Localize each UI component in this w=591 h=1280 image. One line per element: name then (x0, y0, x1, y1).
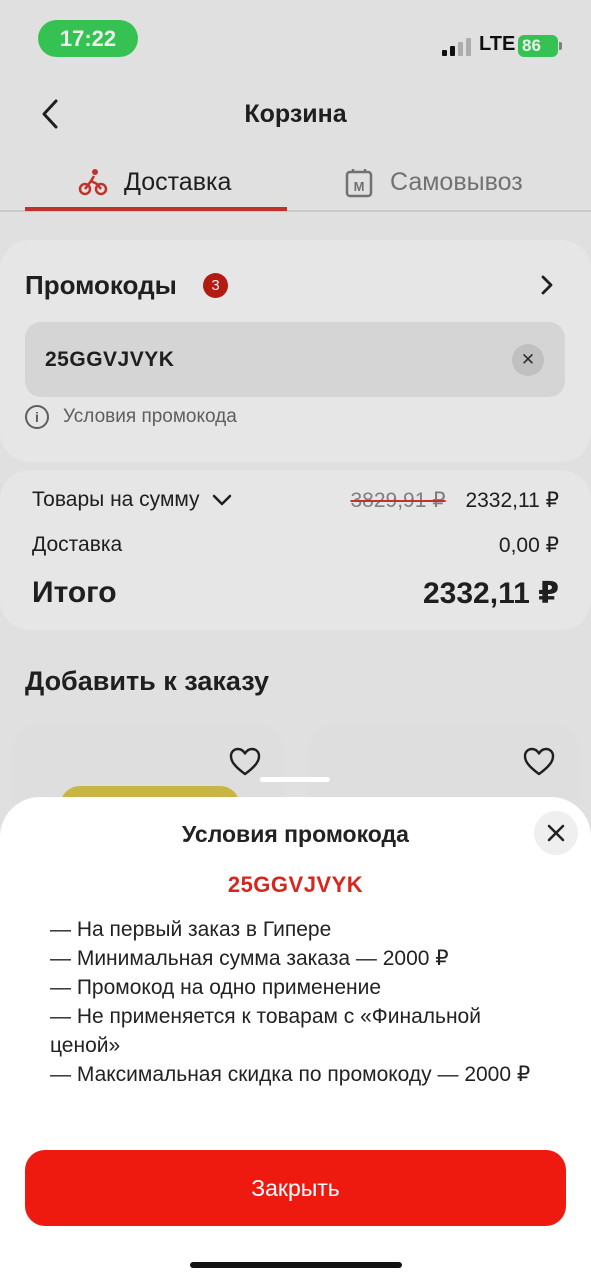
close-icon (547, 824, 565, 842)
condition-item: — На первый заказ в Гипере (50, 918, 332, 941)
close-button[interactable]: Закрыть (25, 1150, 566, 1226)
sheet-grabber[interactable] (260, 777, 330, 782)
conditions-list: — На первый заказ в Гипере — Минимальная… (50, 915, 555, 1089)
home-indicator[interactable] (190, 1262, 402, 1268)
condition-item: — Не применяется к товарам с «Финальной … (50, 1005, 481, 1057)
condition-item: — Максимальная скидка по промокоду — 200… (50, 1063, 531, 1086)
condition-item: — Минимальная сумма заказа — 2000 ₽ (50, 947, 449, 970)
sheet-close-button[interactable] (534, 811, 578, 855)
sheet-promo-code: 25GGVJVYK (227, 872, 364, 897)
sheet-title: Условия промокода (182, 821, 409, 847)
condition-item: — Промокод на одно применение (50, 976, 382, 999)
promo-conditions-sheet: Условия промокода 25GGVJVYK — На первый … (0, 797, 591, 1280)
